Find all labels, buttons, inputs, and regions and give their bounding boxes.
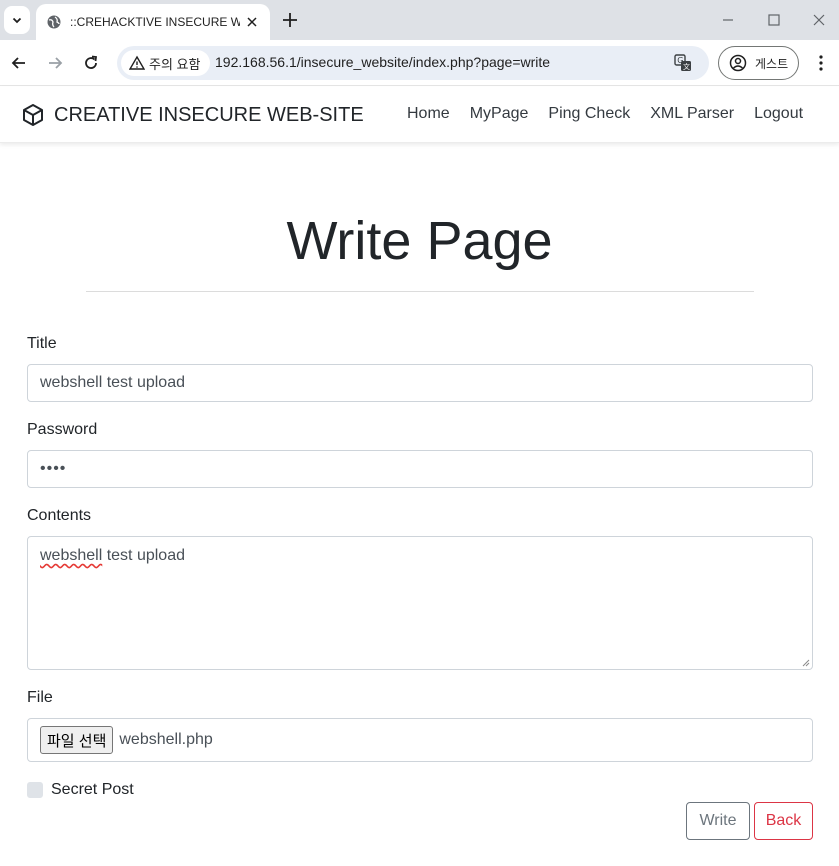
brand-label: CREATIVE INSECURE WEB-SITE xyxy=(54,103,364,126)
nav-link-mypage[interactable]: MyPage xyxy=(460,105,539,123)
reload-icon[interactable] xyxy=(82,54,100,72)
file-label: File xyxy=(27,689,53,706)
page-title: Write Page xyxy=(286,211,553,271)
browser-tabstrip: ::CREHACKTIVE INSECURE WEB xyxy=(0,0,839,40)
secret-post-checkbox[interactable] xyxy=(27,782,43,798)
warning-icon xyxy=(129,55,145,70)
password-input-value: •••• xyxy=(40,460,67,477)
browser-toolbar: 주의 요함 192.168.56.1/insecure_website/inde… xyxy=(0,40,839,86)
more-vert-icon[interactable] xyxy=(812,53,830,73)
nav-link-home[interactable]: Home xyxy=(397,105,460,123)
address-bar[interactable]: 주의 요함 192.168.56.1/insecure_website/inde… xyxy=(117,46,709,80)
site-brand[interactable]: CREATIVE INSECURE WEB-SITE xyxy=(22,103,364,127)
back-button[interactable]: Back xyxy=(754,802,813,840)
title-input-value: webshell test upload xyxy=(40,374,185,391)
misspelled-word: webshell xyxy=(40,547,103,564)
security-chip[interactable]: 주의 요함 xyxy=(121,50,211,76)
browser-tab[interactable]: ::CREHACKTIVE INSECURE WEB xyxy=(36,4,270,40)
nav-link-xml-parser[interactable]: XML Parser xyxy=(640,105,744,123)
nav-links: Home MyPage Ping Check XML Parser Logout xyxy=(397,105,813,123)
nav-link-logout[interactable]: Logout xyxy=(744,105,813,123)
forward-arrow-icon[interactable] xyxy=(46,54,64,72)
globe-icon xyxy=(47,15,61,29)
svg-text:文: 文 xyxy=(683,62,690,71)
minimize-icon[interactable] xyxy=(720,12,736,28)
back-arrow-icon[interactable] xyxy=(10,54,28,72)
resize-handle-icon[interactable] xyxy=(800,657,810,667)
contents-textarea[interactable]: webshell test upload xyxy=(27,536,813,670)
tab-search-button[interactable] xyxy=(4,6,30,34)
close-icon[interactable] xyxy=(244,14,260,30)
profile-button[interactable]: 게스트 xyxy=(718,46,799,80)
site-navbar: CREATIVE INSECURE WEB-SITE Home MyPage P… xyxy=(0,87,839,143)
box-icon xyxy=(23,104,43,126)
profile-label: 게스트 xyxy=(755,56,789,71)
tab-title: ::CREHACKTIVE INSECURE WEB xyxy=(70,15,240,29)
file-input[interactable]: 파일 선택 webshell.php xyxy=(27,718,813,762)
file-name: webshell.php xyxy=(119,731,213,748)
new-tab-icon[interactable] xyxy=(280,10,300,30)
contents-text-rest: test upload xyxy=(102,547,185,564)
write-button[interactable]: Write xyxy=(686,802,750,840)
security-chip-label: 주의 요함 xyxy=(149,56,201,72)
choose-file-button[interactable]: 파일 선택 xyxy=(40,726,114,754)
secret-post-label: Secret Post xyxy=(51,781,134,798)
password-label: Password xyxy=(27,421,98,438)
maximize-icon[interactable] xyxy=(766,12,782,28)
contents-label: Contents xyxy=(27,507,92,524)
contents-textarea-value: webshell test upload xyxy=(40,547,185,565)
translate-icon[interactable]: G文 xyxy=(674,54,692,72)
heading-divider xyxy=(86,291,754,292)
chevron-down-icon xyxy=(12,17,22,24)
nav-link-ping-check[interactable]: Ping Check xyxy=(538,105,640,123)
title-input[interactable]: webshell test upload xyxy=(27,364,813,402)
window-close-icon[interactable] xyxy=(811,12,827,28)
account-circle-icon xyxy=(729,54,747,72)
password-input[interactable]: •••• xyxy=(27,450,813,488)
title-label: Title xyxy=(27,335,57,352)
url-text[interactable]: 192.168.56.1/insecure_website/index.php?… xyxy=(215,54,550,70)
